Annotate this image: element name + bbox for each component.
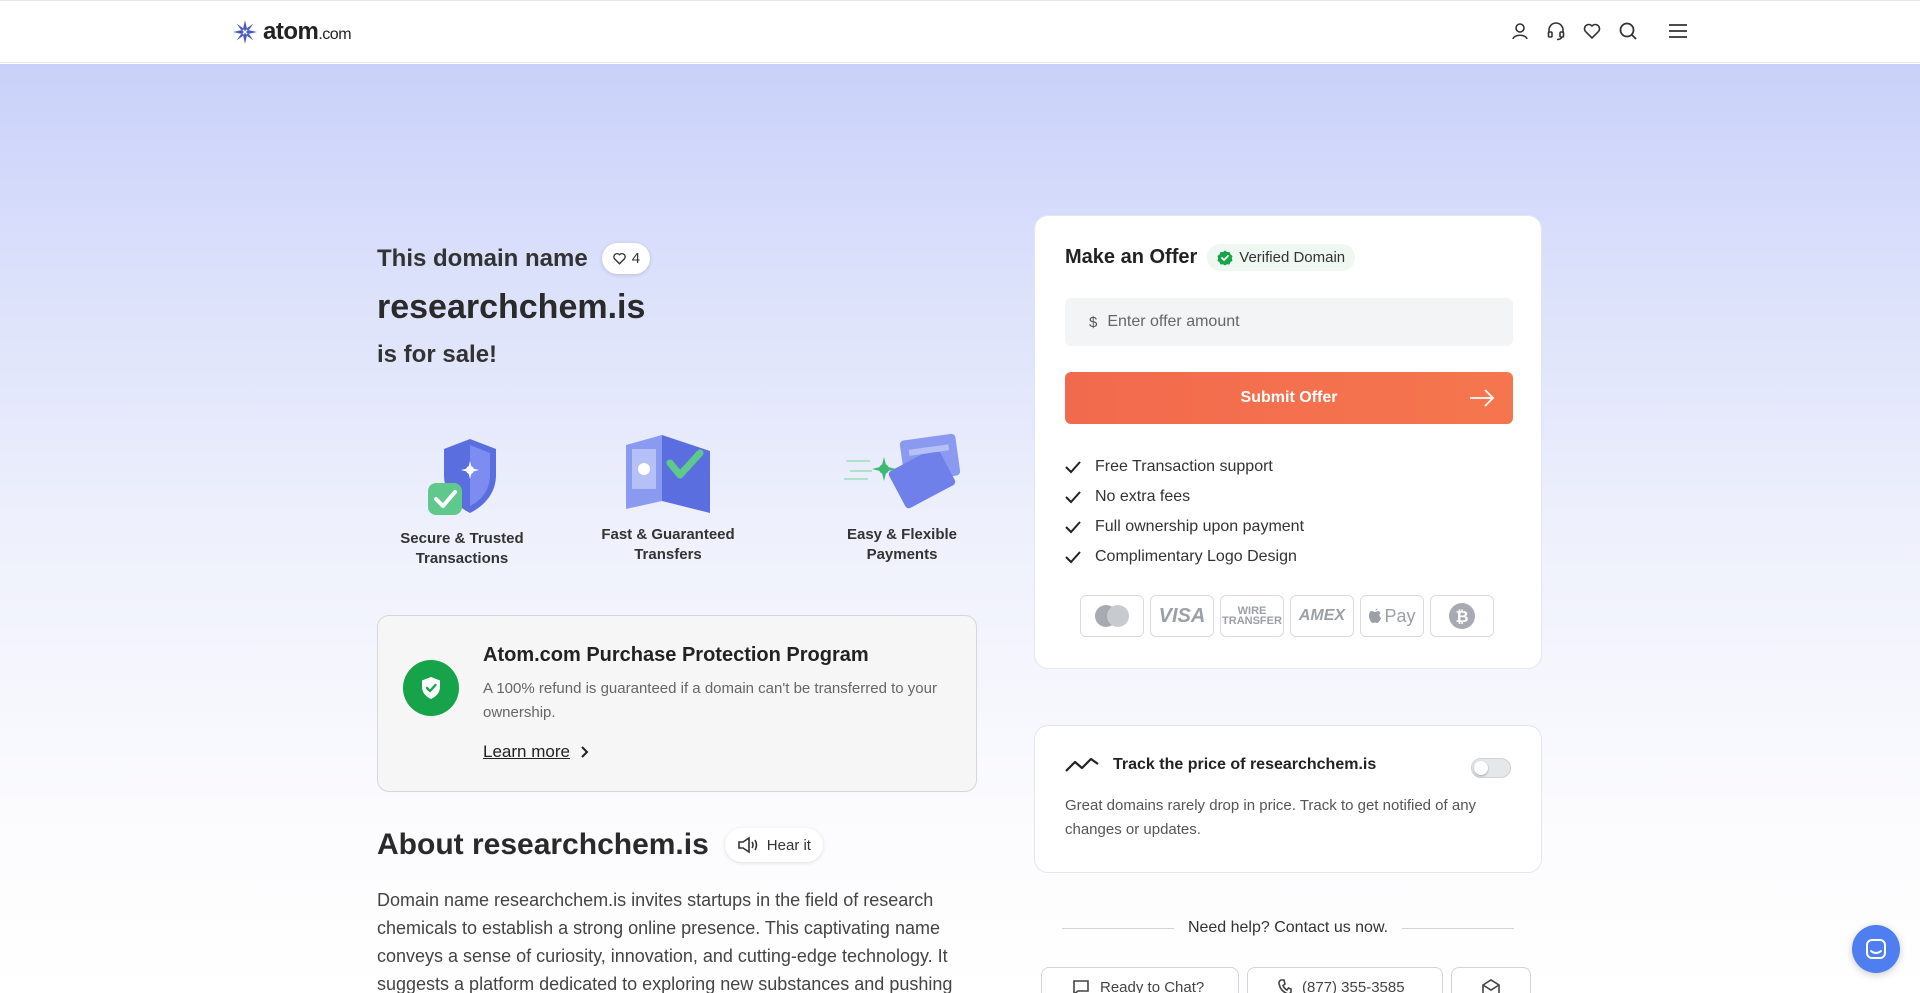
atom-logo-icon bbox=[233, 20, 257, 44]
speaker-icon bbox=[737, 836, 758, 854]
protection-title: Atom.com Purchase Protection Program bbox=[483, 644, 869, 666]
verified-check-icon bbox=[1217, 250, 1233, 265]
currency-symbol: $ bbox=[1089, 313, 1098, 331]
trend-line-icon bbox=[1065, 757, 1099, 772]
user-icon[interactable] bbox=[1510, 21, 1530, 41]
mail-icon bbox=[1482, 979, 1500, 993]
features-row: Secure & Trusted Transactions Fast & Gua… bbox=[377, 433, 977, 583]
about-title: About researchchem.is bbox=[377, 828, 709, 861]
arrow-right-icon bbox=[1470, 389, 1495, 407]
offer-title: Make an Offer bbox=[1065, 246, 1198, 268]
contact-buttons: Ready to Chat? (877) 355-3585 bbox=[1041, 967, 1531, 993]
heart-icon[interactable] bbox=[1582, 21, 1602, 41]
apple-pay-icon: Pay bbox=[1360, 595, 1424, 637]
domain-name: researchchem.is bbox=[377, 288, 646, 326]
toggle-knob bbox=[1474, 761, 1488, 775]
protection-description: A 100% refund is guaranteed if a domain … bbox=[483, 680, 937, 721]
benefit-label: Free Transaction support bbox=[1095, 458, 1273, 475]
verified-label: Verified Domain bbox=[1239, 249, 1346, 266]
payment-methods: VISA WIRE TRANSFER AMEX Pay ₿ bbox=[1080, 595, 1494, 637]
benefit-label: Full ownership upon payment bbox=[1095, 518, 1305, 535]
transfer-icon bbox=[626, 435, 710, 513]
headset-icon[interactable] bbox=[1546, 21, 1566, 41]
check-icon bbox=[1065, 461, 1081, 474]
phone-icon bbox=[1278, 979, 1292, 993]
shield-check-icon bbox=[403, 660, 459, 716]
chat-widget-button[interactable] bbox=[1852, 925, 1900, 973]
check-icon bbox=[1065, 521, 1081, 534]
track-description: Great domains rarely drop in price. Trac… bbox=[1065, 797, 1477, 838]
track-price-card: Track the price of researchchem.is Great… bbox=[1034, 725, 1542, 873]
help-text: Need help? Contact us now. bbox=[1187, 919, 1389, 936]
chat-label: Ready to Chat? bbox=[1100, 978, 1205, 993]
apple-pay-label: Pay bbox=[1384, 605, 1416, 626]
for-sale-text: is for sale! bbox=[377, 341, 498, 368]
hear-it-label: Hear it bbox=[766, 836, 811, 854]
offer-benefits-list: Free Transaction support No extra fees F… bbox=[1065, 452, 1304, 572]
submit-offer-label: Submit Offer bbox=[1240, 389, 1338, 406]
wire-transfer-label: WIRE TRANSFER bbox=[1222, 605, 1282, 627]
svg-text:₿: ₿ bbox=[1455, 607, 1468, 626]
shield-icon bbox=[428, 439, 496, 515]
chevron-right-icon bbox=[581, 746, 589, 758]
title-prefix: This domain name bbox=[377, 244, 588, 272]
offer-amount-input[interactable] bbox=[1107, 313, 1488, 331]
track-title: Track the price of researchchem.is bbox=[1113, 756, 1377, 773]
logo-text: atom.com bbox=[263, 18, 352, 45]
logo[interactable]: atom.com bbox=[231, 18, 352, 46]
track-price-toggle[interactable] bbox=[1471, 758, 1511, 778]
feature-secure: Secure & Trusted Transactions bbox=[377, 433, 547, 569]
mastercard-icon bbox=[1080, 595, 1144, 637]
phone-label: (877) 355-3585 bbox=[1302, 978, 1405, 993]
bitcoin-icon: ₿ bbox=[1430, 595, 1494, 637]
like-count: 4 bbox=[631, 250, 641, 267]
feature-payments: Easy & Flexible Payments bbox=[817, 429, 987, 565]
make-offer-card: Make an Offer Verified Domain $ Submit O… bbox=[1034, 215, 1542, 669]
feature-label: Easy & Flexible Payments bbox=[846, 526, 958, 563]
header-icons bbox=[1510, 21, 1688, 41]
hear-it-button[interactable]: Hear it bbox=[724, 828, 823, 862]
feature-transfer: Fast & Guaranteed Transfers bbox=[583, 429, 753, 565]
benefit-item: Complimentary Logo Design bbox=[1065, 542, 1304, 572]
visa-label: VISA bbox=[1158, 604, 1206, 627]
learn-more-link[interactable]: Learn more bbox=[483, 742, 589, 762]
amex-icon: AMEX bbox=[1290, 595, 1354, 637]
visa-icon: VISA bbox=[1150, 595, 1214, 637]
benefit-item: Full ownership upon payment bbox=[1065, 512, 1304, 542]
site-header: atom.com bbox=[0, 0, 1920, 63]
search-icon[interactable] bbox=[1618, 21, 1638, 41]
check-icon bbox=[1065, 551, 1081, 564]
chat-icon bbox=[1073, 980, 1089, 993]
heart-icon bbox=[612, 252, 626, 265]
help-divider: Need help? Contact us now. bbox=[1062, 919, 1515, 937]
feature-label: Fast & Guaranteed Transfers bbox=[601, 526, 735, 563]
benefit-label: No extra fees bbox=[1095, 488, 1191, 505]
benefit-item: No extra fees bbox=[1065, 482, 1304, 512]
benefit-item: Free Transaction support bbox=[1065, 452, 1304, 482]
submit-offer-button[interactable]: Submit Offer bbox=[1065, 372, 1513, 424]
wire-transfer-icon: WIRE TRANSFER bbox=[1220, 595, 1284, 637]
about-heading: About researchchem.is Hear it bbox=[377, 828, 823, 862]
like-button[interactable]: 4 bbox=[601, 243, 651, 274]
menu-icon[interactable] bbox=[1668, 21, 1688, 41]
offer-amount-field[interactable]: $ bbox=[1065, 298, 1513, 346]
benefit-label: Complimentary Logo Design bbox=[1095, 548, 1297, 565]
feature-label: Secure & Trusted Transactions bbox=[400, 530, 524, 567]
chat-button[interactable]: Ready to Chat? bbox=[1041, 967, 1239, 993]
purchase-protection-card: Atom.com Purchase Protection Program A 1… bbox=[377, 615, 977, 792]
about-text: Domain name researchchem.is invites star… bbox=[377, 890, 953, 993]
learn-more-label: Learn more bbox=[483, 742, 570, 761]
amex-label: AMEX bbox=[1298, 607, 1346, 624]
cards-icon bbox=[844, 433, 961, 509]
phone-button[interactable]: (877) 355-3585 bbox=[1247, 967, 1443, 993]
verified-badge: Verified Domain bbox=[1207, 244, 1356, 271]
email-button[interactable] bbox=[1451, 967, 1531, 993]
chat-widget-icon bbox=[1866, 939, 1886, 959]
domain-title-block: This domain name 4 researchchem.is is fo… bbox=[377, 243, 651, 369]
check-icon bbox=[1065, 491, 1081, 504]
